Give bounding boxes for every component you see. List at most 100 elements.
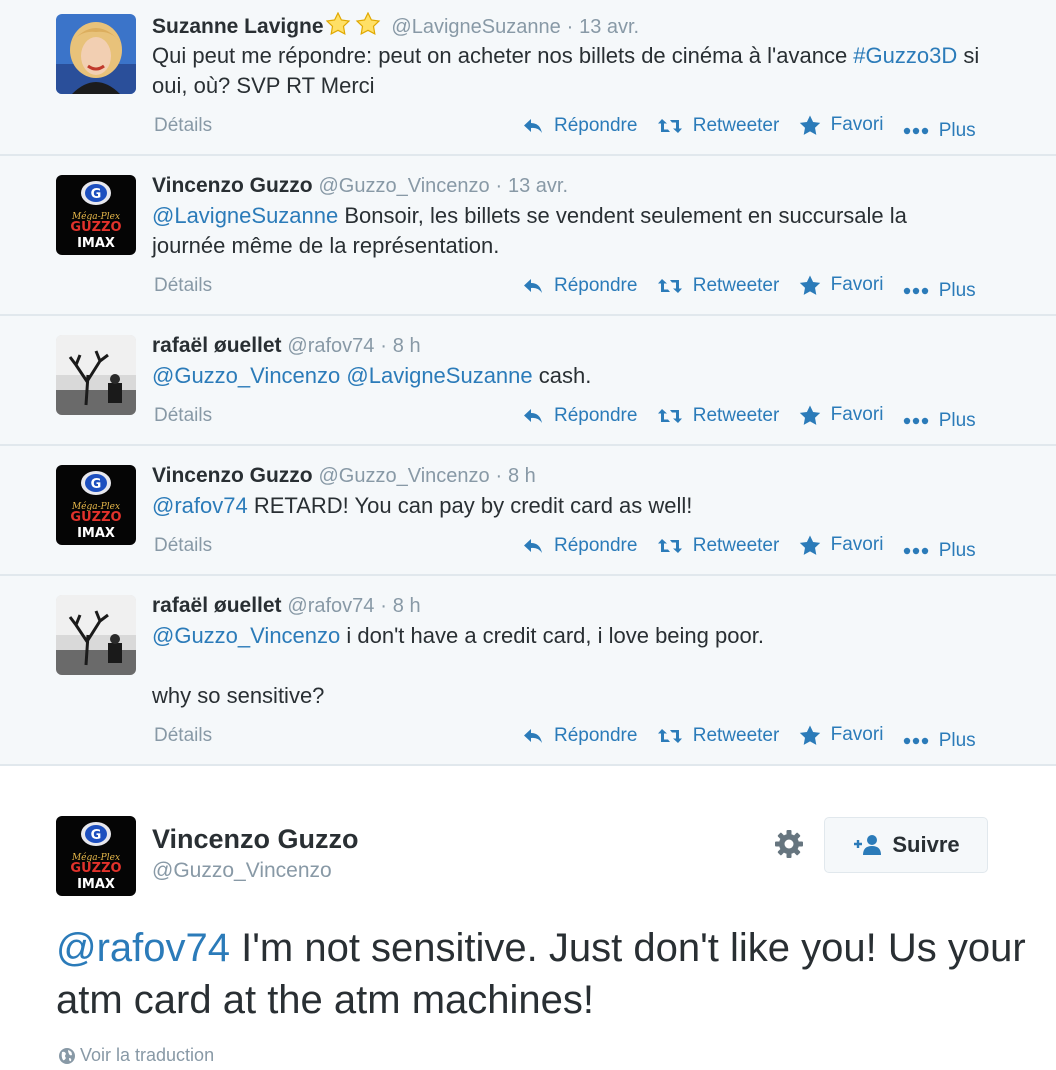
reply-button[interactable]: Répondre: [522, 115, 637, 137]
reply-button[interactable]: Répondre: [522, 275, 637, 297]
retweet-label: Retweeter: [692, 725, 780, 746]
details-link[interactable]: Détails: [154, 275, 212, 297]
retweet-button[interactable]: Retweeter: [657, 275, 780, 297]
avatar-vincenzo-guzzo[interactable]: G Méga-Plex GUZZO IMAX: [56, 175, 136, 255]
more-label: Plus: [938, 280, 976, 301]
reply-label: Répondre: [554, 275, 638, 296]
tweet-1[interactable]: Suzanne Lavigne @LavigneSuzanne · 13 avr…: [0, 0, 1056, 156]
svg-text:IMAX: IMAX: [77, 877, 115, 892]
details-link[interactable]: Détails: [154, 725, 212, 747]
tweet-timestamp[interactable]: 8 h: [393, 595, 421, 617]
guzzo-logo-image: G Méga-Plex GUZZO IMAX: [56, 465, 136, 545]
favorite-button[interactable]: Favori: [799, 114, 884, 136]
tweet-4[interactable]: G Méga-Plex GUZZO IMAX Vincenzo Guzzo @G…: [0, 446, 1056, 576]
avatar-rafael-ouellet[interactable]: [56, 335, 136, 415]
more-button[interactable]: Plus: [903, 730, 976, 752]
globe-icon: [59, 1047, 75, 1064]
author-handle[interactable]: @rafov74: [287, 335, 374, 357]
retweet-label: Retweeter: [692, 275, 780, 296]
favorite-label: Favori: [830, 534, 884, 555]
text-segment: Qui peut me répondre: peut on acheter no…: [152, 43, 854, 68]
retweet-button[interactable]: Retweeter: [657, 725, 780, 747]
reply-button[interactable]: Répondre: [522, 405, 637, 427]
more-label: Plus: [938, 540, 976, 561]
avatar-vincenzo-guzzo[interactable]: G Méga-Plex GUZZO IMAX: [56, 816, 136, 896]
main-author-name[interactable]: Vincenzo Guzzo: [152, 824, 359, 855]
avatar-vincenzo-guzzo[interactable]: G Méga-Plex GUZZO IMAX: [56, 465, 136, 545]
mention-link[interactable]: @Guzzo_Vincenzo: [152, 363, 340, 388]
favorite-button[interactable]: Favori: [799, 724, 883, 746]
star-icon: [799, 535, 820, 555]
details-link[interactable]: Détails: [154, 115, 212, 137]
mention-link[interactable]: @LavigneSuzanne: [346, 363, 532, 388]
tweet-text: @rafov74 RETARD! You can pay by credit c…: [152, 491, 1012, 521]
tweet-header: Vincenzo Guzzo @Guzzo_Vincenzo · 8 h: [152, 462, 536, 490]
tweet-2[interactable]: G Méga-Plex GUZZO IMAX Vincenzo Guzzo @G…: [0, 156, 1056, 316]
retweet-icon: [657, 119, 682, 133]
tweet-timestamp[interactable]: 13 avr.: [579, 16, 639, 38]
author-handle[interactable]: @Guzzo_Vincenzo: [318, 465, 489, 487]
reply-label: Répondre: [554, 725, 638, 746]
retweet-label: Retweeter: [692, 535, 780, 556]
mention-link[interactable]: @Guzzo_Vincenzo: [152, 623, 340, 648]
tweet-3[interactable]: rafaël øuellet @rafov74 · 8 h @Guzzo_Vin…: [0, 316, 1056, 446]
reply-button[interactable]: Répondre: [522, 725, 637, 747]
tweet-header: Suzanne Lavigne @LavigneSuzanne · 13 avr…: [152, 11, 639, 44]
reply-button[interactable]: Répondre: [522, 535, 637, 557]
reply-label: Répondre: [554, 535, 638, 556]
avatar-rafael-ouellet[interactable]: [56, 595, 136, 675]
gear-icon[interactable]: [773, 828, 805, 865]
author-name[interactable]: rafaël øuellet: [152, 594, 282, 617]
author-handle[interactable]: @rafov74: [287, 595, 374, 617]
translate-label: Voir la traduction: [80, 1045, 215, 1065]
author-name[interactable]: Vincenzo Guzzo: [152, 174, 313, 197]
tweet-text: @LavigneSuzanne Bonsoir, les billets se …: [152, 201, 982, 261]
main-tweet: G Méga-Plex GUZZO IMAX Vincenzo Guzzo @G…: [0, 766, 1056, 1070]
mention-link[interactable]: @rafov74: [56, 926, 230, 970]
separator-dot: ·: [566, 16, 574, 38]
more-button[interactable]: Plus: [903, 540, 976, 562]
translate-link[interactable]: Voir la traduction: [58, 1045, 214, 1066]
favorite-button[interactable]: Favori: [799, 274, 883, 296]
author-handle[interactable]: @Guzzo_Vincenzo: [318, 175, 489, 197]
retweet-button[interactable]: Retweeter: [657, 115, 779, 137]
favorite-button[interactable]: Favori: [799, 534, 884, 556]
favorite-label: Favori: [830, 114, 884, 135]
star-icon: [799, 115, 820, 135]
author-name[interactable]: Suzanne Lavigne: [152, 15, 324, 38]
mention-link[interactable]: @rafov74: [152, 493, 248, 518]
retweet-icon: [657, 279, 682, 293]
tweet-5[interactable]: rafaël øuellet @rafov74 · 8 h @Guzzo_Vin…: [0, 576, 1056, 766]
author-handle[interactable]: @LavigneSuzanne: [391, 16, 560, 38]
more-dots-icon: [903, 287, 928, 295]
separator-dot: ·: [495, 175, 503, 197]
more-button[interactable]: Plus: [903, 120, 976, 142]
tweet-timestamp[interactable]: 8 h: [508, 465, 536, 487]
follow-button[interactable]: Suivre: [824, 817, 988, 873]
more-button[interactable]: Plus: [903, 410, 976, 432]
more-label: Plus: [938, 410, 976, 431]
favorite-button[interactable]: Favori: [799, 404, 883, 426]
more-button[interactable]: Plus: [903, 280, 976, 302]
hashtag-link[interactable]: #Guzzo3D: [853, 43, 957, 68]
reply-icon: [524, 119, 542, 133]
joshua-tree-photo-image: [56, 335, 136, 415]
author-name[interactable]: rafaël øuellet: [152, 334, 282, 357]
tweet-actions: Répondre Retweeter Favori Plus: [522, 534, 976, 562]
tweet-timestamp[interactable]: 8 h: [393, 335, 421, 357]
reply-label: Répondre: [554, 405, 638, 426]
text-segment: cash.: [532, 363, 592, 388]
svg-text:G: G: [91, 828, 102, 843]
details-link[interactable]: Détails: [154, 405, 212, 427]
main-author-handle[interactable]: @Guzzo_Vincenzo: [152, 859, 332, 883]
star-emoji-icon: [325, 11, 386, 44]
mention-link[interactable]: @LavigneSuzanne: [152, 203, 338, 228]
tweet-actions: Répondre Retweeter Favori Plus: [522, 114, 976, 142]
retweet-button[interactable]: Retweeter: [657, 405, 779, 427]
author-name[interactable]: Vincenzo Guzzo: [152, 464, 313, 487]
retweet-button[interactable]: Retweeter: [657, 535, 780, 557]
tweet-timestamp[interactable]: 13 avr.: [508, 175, 568, 197]
tweet-text: Qui peut me répondre: peut on acheter no…: [152, 41, 1012, 101]
avatar-suzanne-lavigne[interactable]: [56, 14, 136, 94]
details-link[interactable]: Détails: [154, 535, 212, 557]
